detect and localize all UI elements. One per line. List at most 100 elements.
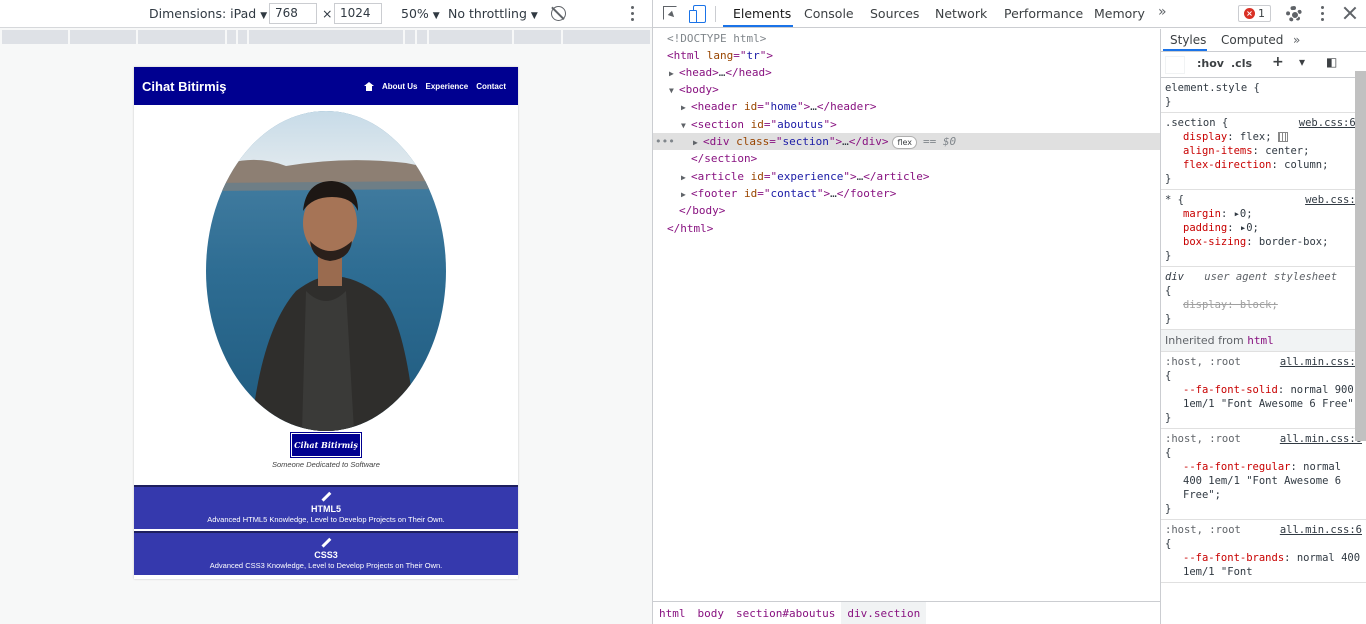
skill-card-html5: HTML5 Advanced HTML5 Knowledge, Level to… (134, 485, 518, 529)
tab-computed[interactable]: Computed (1221, 33, 1283, 47)
inherited-header: Inherited from html (1161, 330, 1366, 352)
site-brand[interactable]: Cihat Bitirmiş (142, 79, 227, 94)
breadcrumb-html[interactable]: html (653, 602, 692, 624)
tagline: Someone Dedicated to Software (272, 460, 380, 469)
dom-html[interactable]: <html lang="tr"> (653, 47, 1160, 64)
rule-source-link[interactable]: web.css:60 (1299, 116, 1362, 130)
expand-triangle-icon[interactable]: ▶ (681, 99, 691, 116)
zoom-select[interactable]: 50% ▼ (401, 6, 440, 21)
user-agent-label: user agent stylesheet (1204, 271, 1338, 283)
breadcrumb-div-section[interactable]: div.section (841, 601, 927, 624)
device-toolbar: Dimensions: iPad ▼ 768 × 1024 50% ▼ No thr… (0, 0, 652, 28)
more-options-icon[interactable] (631, 6, 635, 22)
media-query-ruler[interactable] (2, 30, 651, 44)
rule-source-link[interactable]: all.min.css:6 (1280, 432, 1362, 446)
style-rule-root[interactable]: :host, :root all.min.css:6 { --fa-font-s… (1161, 352, 1366, 429)
settings-gear-icon[interactable] (1286, 6, 1302, 22)
pencil-icon (321, 492, 331, 502)
css-property[interactable]: margin: ▸0; (1165, 207, 1362, 221)
dom-section[interactable]: ▼ <section id="aboutus"> (653, 116, 1160, 133)
toggle-device-icon[interactable] (689, 5, 706, 23)
expand-triangle-icon[interactable]: ▶ (669, 65, 679, 82)
collapse-triangle-icon[interactable]: ▼ (669, 82, 679, 99)
collapse-triangle-icon[interactable]: ▼ (681, 117, 691, 134)
tab-performance[interactable]: Performance (1004, 6, 1083, 21)
css-property[interactable]: align-items: center; (1165, 144, 1362, 158)
nav-contact[interactable]: Contact (476, 82, 506, 91)
caret-down-icon: ▼ (530, 11, 538, 21)
css-property-overridden: display: block; (1183, 299, 1278, 311)
throttling-select[interactable]: No throttling ▼ (448, 6, 538, 21)
rule-source-link[interactable]: all.min.css:6 (1280, 355, 1362, 369)
css-property[interactable]: display: flex; (1165, 130, 1362, 144)
dom-head[interactable]: ▶ <head>…</head> (653, 64, 1160, 81)
css-variable[interactable]: --fa-font-brands: normal 400 1em/1 "Font (1165, 551, 1362, 579)
caret-down-icon: ▼ (432, 11, 440, 21)
inspect-element-icon[interactable] (663, 6, 677, 20)
style-rule-user-agent[interactable]: div user agent stylesheet { display: blo… (1161, 267, 1366, 330)
home-icon[interactable] (363, 81, 374, 91)
node-actions-icon[interactable]: ••• (655, 133, 675, 150)
style-rule-root[interactable]: :host, :root all.min.css:6 { --fa-font-b… (1161, 520, 1366, 583)
expand-triangle-icon[interactable]: ▶ (681, 169, 691, 186)
active-subtab-indicator (1163, 49, 1207, 51)
style-rule-root[interactable]: :host, :root all.min.css:6 { --fa-font-r… (1161, 429, 1366, 520)
dom-footer[interactable]: ▶ <footer id="contact">…</footer> (653, 185, 1160, 202)
devtools-panel: Elements Console Sources Network Perform… (653, 0, 1366, 624)
width-input[interactable]: 768 (269, 3, 317, 24)
rotate-icon[interactable] (551, 6, 566, 21)
dom-html-close[interactable]: </html> (653, 220, 1160, 237)
more-tabs-icon[interactable]: » (1158, 4, 1167, 20)
height-input[interactable]: 1024 (334, 3, 382, 24)
signature-logo: Cihat Bitirmiş (290, 432, 362, 458)
css-property[interactable]: padding: ▸0; (1165, 221, 1362, 235)
rule-source-link[interactable]: web.css:1 (1305, 193, 1362, 207)
more-subtabs-icon[interactable]: » (1293, 33, 1300, 47)
new-rule-icon[interactable]: + (1272, 54, 1284, 70)
nav-about-us[interactable]: About Us (382, 82, 418, 91)
dimensions-select[interactable]: Dimensions: iPad ▼ (149, 6, 267, 21)
breadcrumb-body[interactable]: body (692, 602, 731, 624)
cls-toggle[interactable]: .cls (1231, 57, 1252, 70)
css-property[interactable]: box-sizing: border-box; (1165, 235, 1362, 249)
tab-network[interactable]: Network (935, 6, 987, 21)
selected-marker: == $0 (923, 135, 957, 148)
tab-console[interactable]: Console (804, 6, 854, 21)
dom-body-close[interactable]: </body> (653, 202, 1160, 219)
skill-card-css3: CSS3 Advanced CSS3 Knowledge, Level to D… (134, 531, 518, 575)
style-rule-section[interactable]: .section { web.css:60 display: flex; ali… (1161, 113, 1366, 190)
close-devtools-icon[interactable] (1343, 6, 1357, 20)
error-count-badge[interactable]: × 1 (1238, 5, 1271, 22)
tab-sources[interactable]: Sources (870, 6, 919, 21)
dom-body[interactable]: ▼ <body> (653, 81, 1160, 98)
tab-elements[interactable]: Elements (733, 6, 791, 21)
css-variable[interactable]: --fa-font-regular: normal 400 1em/1 "Fon… (1165, 460, 1362, 502)
toggle-sidebar-icon[interactable]: ◧ (1326, 55, 1337, 69)
css-variable[interactable]: --fa-font-solid: normal 900 1em/1 "Font … (1165, 383, 1362, 411)
paint-roller-icon[interactable]: ▾ (1299, 55, 1305, 69)
profile-photo (206, 111, 446, 431)
expand-triangle-icon[interactable]: ▶ (693, 134, 703, 151)
dom-article[interactable]: ▶ <article id="experience">…</article> (653, 168, 1160, 185)
nav-experience[interactable]: Experience (426, 82, 469, 91)
dom-section-close[interactable]: </section> (653, 150, 1160, 167)
style-rule-universal[interactable]: * { web.css:1 margin: ▸0; padding: ▸0; b… (1161, 190, 1366, 267)
css-property[interactable]: flex-direction: column; (1165, 158, 1362, 172)
tab-styles[interactable]: Styles (1170, 33, 1206, 47)
flexbox-editor-icon[interactable] (1277, 132, 1288, 142)
dom-div-section-selected[interactable]: ••• ▶ <div class="section">…</div> flex == $… (653, 133, 1160, 150)
filter-input[interactable] (1165, 56, 1185, 74)
customize-menu-icon[interactable] (1321, 6, 1324, 24)
flex-badge[interactable]: flex (892, 136, 918, 149)
dom-doctype[interactable]: <!DOCTYPE html> (653, 30, 1160, 47)
rule-source-link[interactable]: all.min.css:6 (1280, 523, 1362, 537)
expand-triangle-icon[interactable]: ▶ (681, 186, 691, 203)
styles-scrollbar[interactable] (1355, 71, 1366, 441)
tab-memory[interactable]: Memory (1094, 6, 1145, 21)
device-emulation-pane: Dimensions: iPad ▼ 768 × 1024 50% ▼ No thr… (0, 0, 653, 624)
hov-toggle[interactable]: :hov (1197, 57, 1224, 70)
toolbar-divider (715, 6, 716, 22)
breadcrumb-section[interactable]: section#aboutus (730, 602, 841, 624)
style-rule-element[interactable]: element.style { } (1161, 78, 1366, 113)
dom-header[interactable]: ▶ <header id="home">…</header> (653, 98, 1160, 115)
